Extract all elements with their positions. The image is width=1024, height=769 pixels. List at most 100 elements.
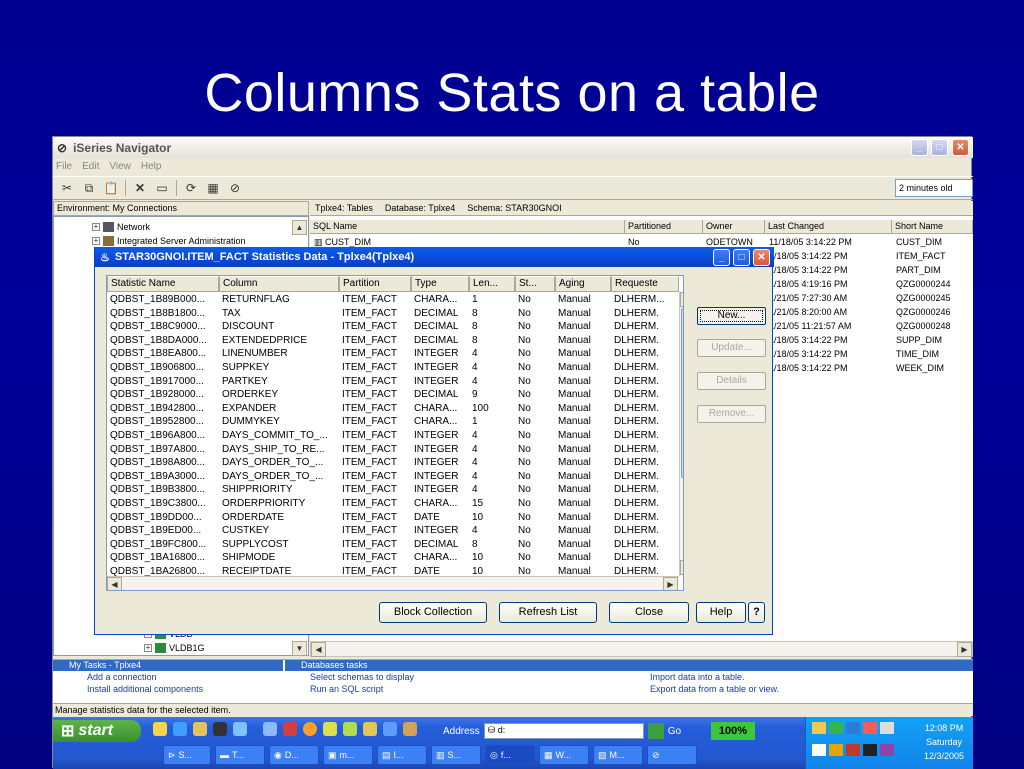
task-button[interactable]: ▦ W... xyxy=(539,745,589,765)
table-cell[interactable]: QDBST_1B9A3000... xyxy=(110,470,218,484)
horizontal-scrollbar[interactable]: ◀ ▶ xyxy=(310,641,973,657)
quicklaunch-icon[interactable] xyxy=(383,722,397,736)
table-cell[interactable]: ITEM_FACT xyxy=(342,334,410,348)
table-cell[interactable]: Manual xyxy=(558,497,610,511)
table-cell[interactable]: QDBST_1B8B1800... xyxy=(110,307,218,321)
table-cell[interactable]: Manual xyxy=(558,375,610,389)
scroll-up-icon[interactable]: ▲ xyxy=(292,220,307,235)
menu-file[interactable]: File xyxy=(56,161,72,172)
table-cell[interactable]: No xyxy=(518,429,554,443)
tray-icon[interactable] xyxy=(863,743,877,756)
delete-icon[interactable]: ✕ xyxy=(132,180,148,196)
table-cell[interactable]: Manual xyxy=(558,388,610,402)
table-cell[interactable]: DECIMAL xyxy=(414,307,468,321)
tray-icon[interactable] xyxy=(846,722,860,734)
minimize-button[interactable]: _ xyxy=(911,139,928,156)
table-cell[interactable]: 8 xyxy=(472,334,514,348)
scroll-right-icon[interactable]: ▶ xyxy=(663,577,678,590)
table-cell[interactable]: INTEGER xyxy=(414,375,468,389)
table-cell[interactable]: Manual xyxy=(558,538,610,552)
table-cell[interactable]: DAYS_SHIP_TO_RE... xyxy=(222,443,338,457)
table-cell[interactable]: SUPPLYCOST xyxy=(222,538,338,552)
table-cell[interactable]: ITEM_FACT xyxy=(342,483,410,497)
task-button[interactable]: ▬ T... xyxy=(215,745,265,765)
table-cell[interactable]: ITEM_FACT xyxy=(342,307,410,321)
table-cell[interactable]: INTEGER xyxy=(414,443,468,457)
table-cell[interactable]: Manual xyxy=(558,429,610,443)
column-header[interactable]: Column xyxy=(219,276,339,292)
task-button-active[interactable]: ◎ f... xyxy=(485,745,535,765)
column-header[interactable]: Statistic Name xyxy=(107,276,219,292)
table-cell[interactable]: SUPPKEY xyxy=(222,361,338,375)
table-cell[interactable]: DLHERM. xyxy=(614,483,678,497)
table-cell[interactable]: QDBST_1B89B000... xyxy=(110,293,218,307)
table-cell[interactable]: QDBST_1B906800... xyxy=(110,361,218,375)
table-cell[interactable]: QDBST_1B8EA800... xyxy=(110,347,218,361)
table-cell[interactable]: 4 xyxy=(472,429,514,443)
whats-this-button[interactable]: ? xyxy=(748,602,765,623)
table-cell[interactable]: DLHERM. xyxy=(614,456,678,470)
task-button[interactable]: ◉ D... xyxy=(269,745,319,765)
table-cell[interactable]: ITEM_FACT xyxy=(342,388,410,402)
table-cell[interactable]: No xyxy=(518,375,554,389)
table-cell[interactable]: No xyxy=(518,456,554,470)
scroll-thumb[interactable] xyxy=(681,308,683,478)
table-cell[interactable]: QDBST_1B8DA000... xyxy=(110,334,218,348)
refresh-list-button[interactable]: Refresh List xyxy=(499,602,597,623)
table-cell[interactable]: QDBST_1B98A800... xyxy=(110,456,218,470)
table-cell[interactable]: 9 xyxy=(472,388,514,402)
quicklaunch-icon[interactable] xyxy=(283,722,297,736)
close-dialog-button[interactable]: Close xyxy=(609,602,689,623)
table-cell[interactable]: QDBST_1B96A800... xyxy=(110,429,218,443)
table-cell[interactable]: QDBST_1B9C3800... xyxy=(110,497,218,511)
table-cell[interactable]: QDBST_1B9B3800... xyxy=(110,483,218,497)
table-cell[interactable]: ITEM_FACT xyxy=(342,320,410,334)
table-cell[interactable]: Manual xyxy=(558,443,610,457)
table-cell[interactable]: INTEGER xyxy=(414,470,468,484)
column-header[interactable]: Requeste xyxy=(611,276,679,292)
table-cell[interactable]: 8 xyxy=(472,538,514,552)
table-cell[interactable]: Manual xyxy=(558,415,610,429)
table-cell[interactable]: 4 xyxy=(472,375,514,389)
table-cell[interactable]: DLHERM. xyxy=(614,347,678,361)
table-cell[interactable]: ITEM_FACT xyxy=(342,538,410,552)
cut-icon[interactable]: ✂ xyxy=(59,180,75,196)
table-cell[interactable]: Manual xyxy=(558,402,610,416)
table-cell[interactable]: No xyxy=(518,361,554,375)
table-cell[interactable]: No xyxy=(518,415,554,429)
table-cell[interactable]: Manual xyxy=(558,483,610,497)
table-cell[interactable]: 10 xyxy=(472,551,514,565)
column-header[interactable]: Len... xyxy=(469,276,515,292)
start-button[interactable]: ⊞ start xyxy=(53,720,141,742)
task-button[interactable]: ⊳ S... xyxy=(163,745,211,765)
properties-icon[interactable]: ▭ xyxy=(154,180,170,196)
tray-icon[interactable] xyxy=(880,722,894,734)
scroll-left-icon[interactable]: ◀ xyxy=(311,642,326,657)
table-cell[interactable]: DAYS_COMMIT_TO_... xyxy=(222,429,338,443)
table-cell[interactable]: QDBST_1B9DD00... xyxy=(110,511,218,525)
table-cell[interactable]: EXTENDEDPRICE xyxy=(222,334,338,348)
scroll-up-icon[interactable]: ▲ xyxy=(680,292,683,307)
scroll-down-icon[interactable]: ▼ xyxy=(292,641,307,656)
tray-icon[interactable] xyxy=(863,722,877,734)
quicklaunch-icon[interactable] xyxy=(263,722,277,736)
scroll-right-icon[interactable]: ▶ xyxy=(957,642,972,657)
table-cell[interactable]: CHARA... xyxy=(414,415,468,429)
table-cell[interactable]: DLHERM. xyxy=(614,415,678,429)
go-arrow-icon[interactable] xyxy=(647,723,664,739)
table-cell[interactable]: INTEGER xyxy=(414,347,468,361)
table-cell[interactable]: No xyxy=(518,551,554,565)
table-cell[interactable]: ITEM_FACT xyxy=(342,524,410,538)
grid-icon[interactable]: ▦ xyxy=(205,180,221,196)
table-cell[interactable]: ORDERDATE xyxy=(222,511,338,525)
expand-icon[interactable]: + xyxy=(144,644,152,652)
task-button[interactable]: ▣ m... xyxy=(323,745,373,765)
table-cell[interactable]: DATE xyxy=(414,511,468,525)
table-cell[interactable]: ITEM_FACT xyxy=(342,375,410,389)
table-cell[interactable]: ITEM_FACT xyxy=(342,443,410,457)
table-cell[interactable]: No xyxy=(518,293,554,307)
table-cell[interactable]: DLHERM. xyxy=(614,402,678,416)
table-cell[interactable]: No xyxy=(518,347,554,361)
table-cell[interactable]: DISCOUNT xyxy=(222,320,338,334)
dialog-close-button[interactable]: ✕ xyxy=(753,249,770,266)
